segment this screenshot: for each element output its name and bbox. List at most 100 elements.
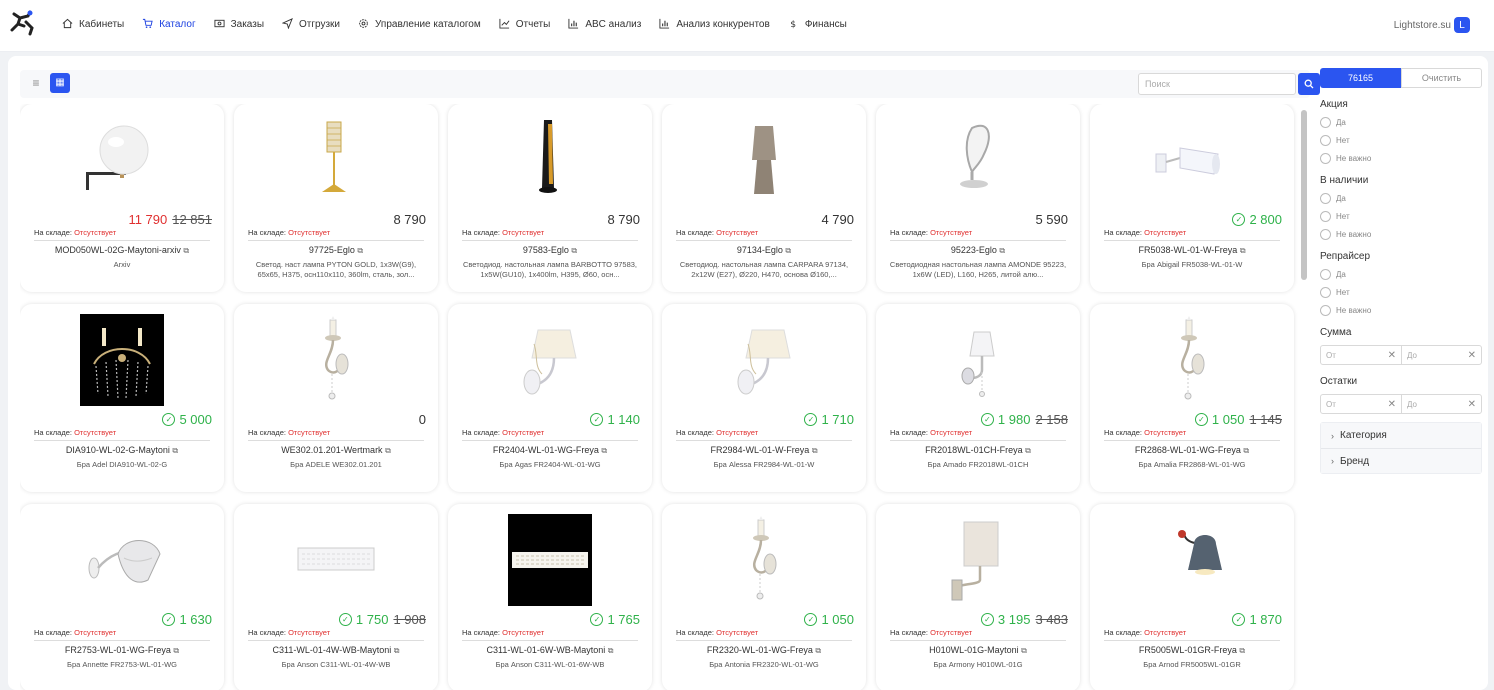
product-sku[interactable]: C311-WL-01-6W-WB-Maytoni ⧉: [454, 645, 646, 656]
product-sku[interactable]: 97583-Eglo ⧉: [454, 245, 646, 256]
nav-item-5[interactable]: Отчеты: [499, 18, 550, 30]
product-sku[interactable]: FR2984-WL-01-W-Freya ⧉: [668, 445, 860, 456]
product-sku[interactable]: FR2018WL-01CH-Freya ⧉: [882, 445, 1074, 456]
copy-icon[interactable]: ⧉: [785, 246, 791, 255]
copy-icon[interactable]: ⧉: [608, 646, 614, 655]
product-image[interactable]: [508, 514, 592, 606]
product-sku[interactable]: 97725-Eglo ⧉: [240, 245, 432, 256]
sku-text[interactable]: FR2404-WL-01-WG-Freya: [493, 445, 599, 455]
radio-circle[interactable]: [1320, 135, 1331, 146]
radio-circle[interactable]: [1320, 153, 1331, 164]
sku-text[interactable]: FR2868-WL-01-WG-Freya: [1135, 445, 1241, 455]
clear-icon[interactable]: ✕: [1468, 350, 1476, 361]
product-sku[interactable]: 97134-Eglo ⧉: [668, 245, 860, 256]
nav-item-2[interactable]: Заказы: [214, 18, 264, 30]
summa-from-input[interactable]: От ✕: [1321, 346, 1401, 364]
product-card[interactable]: ✓ 1 630 На складе: Отсутствует FR2753-WL-01…: [20, 504, 224, 690]
product-image[interactable]: [722, 314, 806, 406]
product-card[interactable]: ✓ 1 870 На складе: Отсутствует FR5005WL-01G…: [1090, 504, 1294, 690]
sku-text[interactable]: FR5005WL-01GR-Freya: [1139, 645, 1237, 655]
search-icon[interactable]: [1298, 73, 1320, 95]
radio-nalichie-2[interactable]: Не важно: [1320, 229, 1482, 240]
radio-circle[interactable]: [1320, 117, 1331, 128]
product-card[interactable]: ✓ 3 195 3 483 На складе: Отсутствует H010WL-…: [876, 504, 1080, 690]
copy-icon[interactable]: ⧉: [1240, 246, 1246, 255]
product-card[interactable]: ✓ 5 000 На складе: Отсутствует DIA910-WL-02…: [20, 304, 224, 492]
sku-text[interactable]: 95223-Eglo: [951, 245, 997, 255]
nav-item-0[interactable]: Кабинеты: [62, 18, 124, 30]
site-name[interactable]: Lightstore.su: [1394, 20, 1451, 31]
radio-circle[interactable]: [1320, 211, 1331, 222]
radio-repricer-2[interactable]: Не важно: [1320, 305, 1482, 316]
product-image[interactable]: [1150, 314, 1234, 406]
product-sku[interactable]: FR2868-WL-01-WG-Freya ⧉: [1096, 445, 1288, 456]
radio-repricer-0[interactable]: Да: [1320, 269, 1482, 280]
radio-circle[interactable]: [1320, 269, 1331, 280]
app-logo[interactable]: [8, 8, 40, 40]
copy-icon[interactable]: ⧉: [394, 646, 400, 655]
copy-icon[interactable]: ⧉: [812, 446, 818, 455]
grid-view-icon[interactable]: ▦: [50, 73, 70, 93]
product-image[interactable]: [1150, 514, 1234, 606]
radio-circle[interactable]: [1320, 229, 1331, 240]
sku-text[interactable]: 97583-Eglo: [523, 245, 569, 255]
product-sku[interactable]: FR2753-WL-01-WG-Freya ⧉: [26, 645, 218, 656]
radio-circle[interactable]: [1320, 305, 1331, 316]
radio-circle[interactable]: [1320, 287, 1331, 298]
radio-akciya-0[interactable]: Да: [1320, 117, 1482, 128]
copy-icon[interactable]: ⧉: [1025, 446, 1031, 455]
copy-icon[interactable]: ⧉: [172, 446, 178, 455]
product-sku[interactable]: MOD050WL-02G-Maytoni-arxiv ⧉: [26, 245, 218, 256]
sku-text[interactable]: FR2018WL-01CH-Freya: [925, 445, 1023, 455]
product-sku[interactable]: FR5005WL-01GR-Freya ⧉: [1096, 645, 1288, 656]
product-sku[interactable]: DIA910-WL-02-G-Maytoni ⧉: [26, 445, 218, 456]
product-card[interactable]: ✓ 1 050 На складе: Отсутствует FR2320-WL-01…: [662, 504, 866, 690]
product-image[interactable]: [936, 514, 1020, 606]
sku-text[interactable]: FR2753-WL-01-WG-Freya: [65, 645, 171, 655]
collapse-brand[interactable]: › Бренд: [1321, 448, 1481, 473]
avatar[interactable]: L: [1454, 17, 1470, 33]
summa-to-input[interactable]: До ✕: [1401, 346, 1481, 364]
sku-text[interactable]: FR2984-WL-01-W-Freya: [710, 445, 809, 455]
nav-item-6[interactable]: ABC анализ: [568, 18, 641, 30]
product-sku[interactable]: WE302.01.201-Wertmark ⧉: [240, 445, 432, 456]
product-card[interactable]: 8 790 На складе: Отсутствует 97725-Eglo ⧉ С…: [234, 104, 438, 292]
product-image[interactable]: [294, 514, 378, 606]
nav-item-4[interactable]: Управление каталогом: [358, 18, 481, 30]
clear-icon[interactable]: ✕: [1388, 350, 1396, 361]
collapse-category[interactable]: › Категория: [1321, 423, 1481, 448]
product-image[interactable]: [936, 314, 1020, 406]
product-sku[interactable]: FR2320-WL-01-WG-Freya ⧉: [668, 645, 860, 656]
account-area[interactable]: Lightstore.su L: [1394, 17, 1470, 33]
clear-filters-button[interactable]: Очистить: [1401, 68, 1482, 88]
product-image[interactable]: [80, 114, 164, 206]
radio-circle[interactable]: [1320, 193, 1331, 204]
sku-text[interactable]: C311-WL-01-6W-WB-Maytoni: [487, 645, 606, 655]
copy-icon[interactable]: ⧉: [999, 246, 1005, 255]
radio-akciya-2[interactable]: Не важно: [1320, 153, 1482, 164]
list-view-icon[interactable]: ≡: [26, 73, 46, 93]
sku-text[interactable]: MOD050WL-02G-Maytoni-arxiv: [55, 245, 181, 255]
nav-item-7[interactable]: Анализ конкурентов: [659, 18, 770, 30]
nav-item-8[interactable]: $ Финансы: [788, 18, 847, 31]
product-card[interactable]: ✓ 1 765 На складе: Отсутствует C311-WL-01-6…: [448, 504, 652, 690]
search-input[interactable]: Поиск: [1138, 73, 1296, 95]
copy-icon[interactable]: ⧉: [357, 246, 363, 255]
product-sku[interactable]: C311-WL-01-4W-WB-Maytoni ⧉: [240, 645, 432, 656]
copy-icon[interactable]: ⧉: [385, 446, 391, 455]
sku-text[interactable]: C311-WL-01-4W-WB-Maytoni: [273, 645, 392, 655]
product-image[interactable]: [1150, 114, 1234, 206]
product-sku[interactable]: FR5038-WL-01-W-Freya ⧉: [1096, 245, 1288, 256]
sku-text[interactable]: H010WL-01G-Maytoni: [929, 645, 1019, 655]
product-card[interactable]: ✓ 1 980 2 158 На складе: Отсутствует FR2018W…: [876, 304, 1080, 492]
product-image[interactable]: [508, 114, 592, 206]
sku-text[interactable]: FR2320-WL-01-WG-Freya: [707, 645, 813, 655]
ostatki-from-input[interactable]: От ✕: [1321, 395, 1401, 413]
product-sku[interactable]: 95223-Eglo ⧉: [882, 245, 1074, 256]
product-card[interactable]: ✓ 1 750 1 908 На складе: Отсутствует C311-WL…: [234, 504, 438, 690]
product-card[interactable]: 0 На складе: Отсутствует WE302.01.201-Wert…: [234, 304, 438, 492]
copy-icon[interactable]: ⧉: [601, 446, 607, 455]
ostatki-to-input[interactable]: До ✕: [1401, 395, 1481, 413]
copy-icon[interactable]: ⧉: [571, 246, 577, 255]
product-card[interactable]: 8 790 На складе: Отсутствует 97583-Eglo ⧉ С…: [448, 104, 652, 292]
